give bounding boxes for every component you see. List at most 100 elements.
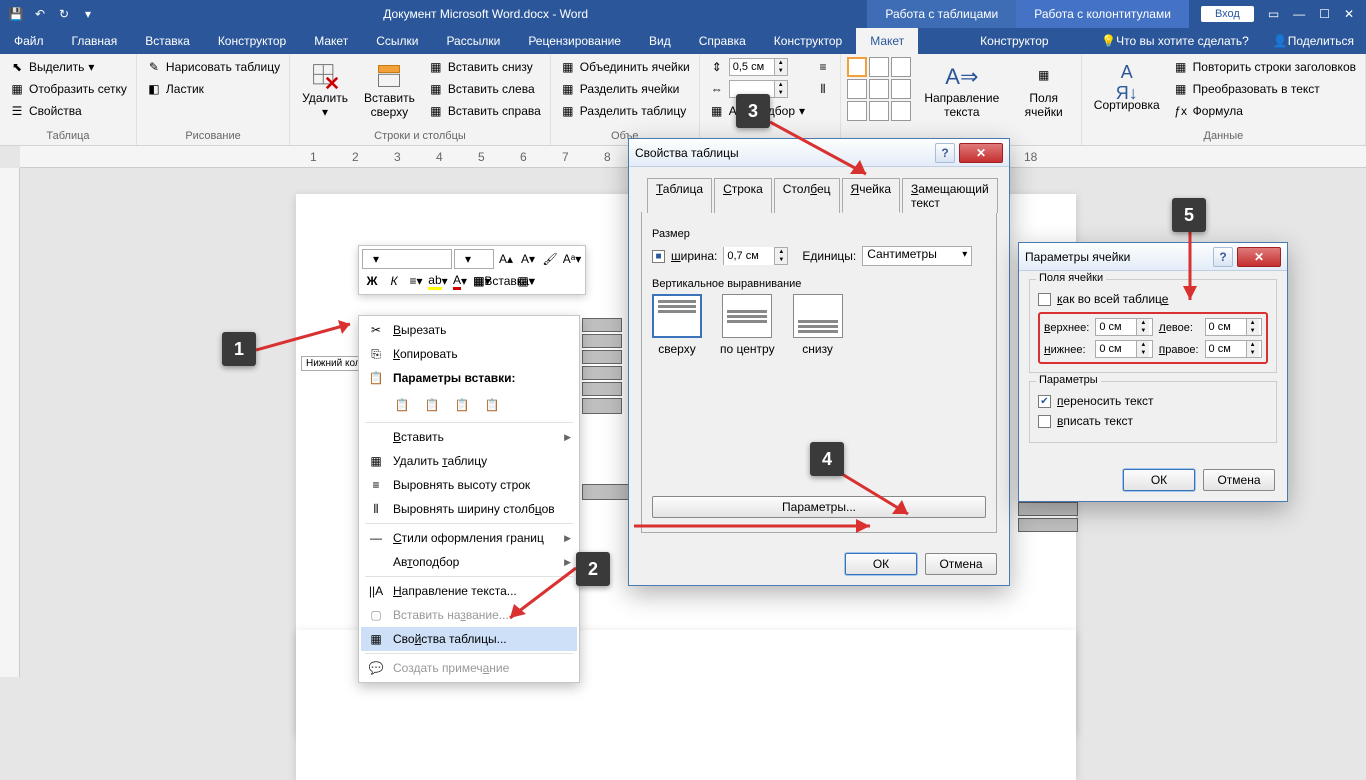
align-button[interactable]: ≡▾ [406,271,426,291]
font-size-select[interactable]: ▾ [454,249,494,269]
ctx-table-properties[interactable]: ▦Свойства таблицы... [361,627,577,651]
row-height-input[interactable] [730,59,774,75]
save-icon[interactable]: 💾 [8,6,24,22]
tab-home[interactable]: Главная [58,28,132,54]
sort-button[interactable]: AЯ↓Сортировка [1088,57,1166,123]
formula-button[interactable]: ƒxФормула [1170,101,1359,121]
tab-design[interactable]: Конструктор [204,28,300,54]
dlg1-tab-column[interactable]: Столбец [774,178,840,213]
align-tl[interactable] [847,57,867,77]
row-height[interactable]: ⇕▲▼ [706,57,808,77]
ctx-cut[interactable]: ✂Вырезать [361,318,577,342]
highlight-button[interactable]: ab▾ [428,271,448,291]
share-button[interactable]: 👤 Поделиться [1261,28,1366,54]
properties-button[interactable]: ☰Свойства [6,101,130,121]
insert-below-button[interactable]: ▦Вставить снизу [425,57,544,77]
dist-cols-button[interactable]: ⦀ [812,79,834,99]
units-select[interactable]: Сантиметры [862,246,972,266]
dialog1-close-button[interactable]: ✕ [959,143,1003,163]
fit-text-checkbox[interactable] [1038,415,1051,428]
insert-right-button[interactable]: ▦Вставить справа [425,101,544,121]
margin-top-input[interactable] [1096,319,1136,335]
styles-icon[interactable]: Aᵃ▾ [562,249,582,269]
maximize-icon[interactable]: ☐ [1319,7,1330,21]
text-direction-button[interactable]: A⇒Направление текста [915,57,1009,123]
tab-references[interactable]: Ссылки [362,28,432,54]
dialog2-close-button[interactable]: ✕ [1237,247,1281,267]
dialog2-cancel-button[interactable]: Отмена [1203,469,1275,491]
tell-me[interactable]: 💡 Что вы хотите сделать? [1089,28,1261,54]
margin-right-input[interactable] [1206,341,1246,357]
merge-cells-button[interactable]: ▦Объединить ячейки [557,57,693,77]
convert-text-button[interactable]: ▦Преобразовать в текст [1170,79,1359,99]
tab-file[interactable]: Файл [0,28,58,54]
tab-help[interactable]: Справка [685,28,760,54]
valign-center[interactable]: по центру [720,294,775,356]
wrap-text-checkbox[interactable]: ✔ [1038,395,1051,408]
cell-alignment-grid[interactable] [847,57,911,123]
paste-text[interactable]: 📋 [479,392,505,418]
paste-keep-source[interactable]: 📋 [389,392,415,418]
margin-bottom-input[interactable] [1096,341,1136,357]
eraser-button[interactable]: ◧Ластик [143,79,283,99]
ctx-delete-table[interactable]: ▦Удалить таблицу [361,449,577,473]
ctx-dist-rows[interactable]: ≡Выровнять высоту строк [361,473,577,497]
width-input[interactable] [724,247,774,265]
dialog1-help-button[interactable]: ? [935,143,955,163]
dlg1-tab-row[interactable]: Строка [714,178,772,213]
spin-up[interactable]: ▲ [775,59,787,67]
shrink-font-icon[interactable]: A▾ [518,249,538,269]
dlg1-tab-alttext[interactable]: Замещающий текст [902,178,998,213]
view-gridlines-button[interactable]: ▦Отобразить сетку [6,79,130,99]
dialog1-ok-button[interactable]: ОК [845,553,917,575]
dlg1-tab-cell[interactable]: Ячейка [842,178,901,213]
tab-view[interactable]: Вид [635,28,685,54]
minimize-icon[interactable]: — [1293,7,1305,21]
spin-down[interactable]: ▼ [775,67,787,75]
ctx-dist-cols[interactable]: ⦀Выровнять ширину столбцов [361,497,577,521]
grow-font-icon[interactable]: A▴ [496,249,516,269]
valign-bottom[interactable]: снизу [793,294,843,356]
paste-picture[interactable]: 📋 [449,392,475,418]
same-as-table-checkbox[interactable] [1038,293,1051,306]
tab-layout[interactable]: Макет [300,28,362,54]
select-button[interactable]: ⬉Выделить ▾ [6,57,130,77]
width-checkbox[interactable]: ■ [652,250,665,263]
close-icon[interactable]: ✕ [1344,7,1354,21]
ctx-autofit[interactable]: Автоподбор▶ [361,550,577,574]
insert-left-button[interactable]: ▦Вставить слева [425,79,544,99]
margin-left-input[interactable] [1206,319,1246,335]
valign-top[interactable]: сверху [652,294,702,356]
ribbon-display-icon[interactable]: ▭ [1268,7,1279,21]
ctx-text-direction[interactable]: ||AНаправление текста... [361,579,577,603]
ruler-vertical[interactable] [0,168,20,677]
italic-button[interactable]: К [384,271,404,291]
delete-mini-button[interactable]: ▦▾ [516,271,536,291]
qat-more-icon[interactable]: ▾ [80,6,96,22]
cell-options-button[interactable]: Параметры... [652,496,986,518]
tab-review[interactable]: Рецензирование [514,28,635,54]
dlg1-tab-table[interactable]: Таблица [647,178,712,213]
tab-header-design[interactable]: Конструктор [966,28,1062,54]
login-button[interactable]: Вход [1201,6,1254,22]
ctx-border-styles[interactable]: —Стили оформления границ▶ [361,526,577,550]
ctx-copy[interactable]: ⎘Копировать [361,342,577,366]
tab-table-design[interactable]: Конструктор [760,28,856,54]
repeat-header-button[interactable]: ▦Повторить строки заголовков [1170,57,1359,77]
split-table-button[interactable]: ▦Разделить таблицу [557,101,693,121]
ctx-insert[interactable]: Вставить▶ [361,425,577,449]
tab-insert[interactable]: Вставка [131,28,204,54]
bold-button[interactable]: Ж [362,271,382,291]
insert-button[interactable]: ▦ Вставка▾ [494,271,514,291]
undo-icon[interactable]: ↶ [32,6,48,22]
dialog2-ok-button[interactable]: ОК [1123,469,1195,491]
font-family-select[interactable]: ▾ [362,249,452,269]
paste-merge[interactable]: 📋 [419,392,445,418]
tab-mailings[interactable]: Рассылки [432,28,514,54]
tab-table-layout[interactable]: Макет [856,28,918,54]
cell-margins-button[interactable]: ▦Поля ячейки [1013,57,1075,123]
dialog2-help-button[interactable]: ? [1213,247,1233,267]
dialog1-cancel-button[interactable]: Отмена [925,553,997,575]
draw-table-button[interactable]: ✎Нарисовать таблицу [143,57,283,77]
font-color-button[interactable]: A▾ [450,271,470,291]
